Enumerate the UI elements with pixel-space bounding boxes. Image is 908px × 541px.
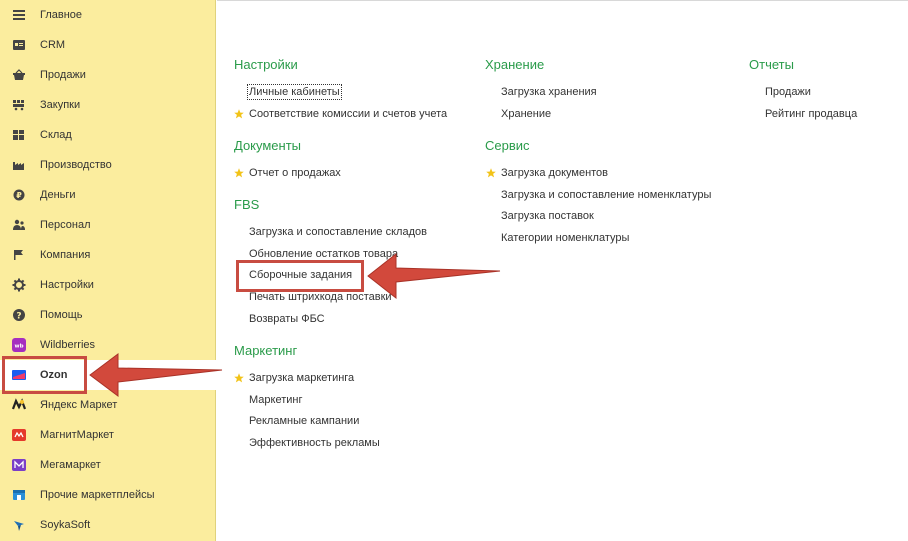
arrow-to-assembly-tasks: [367, 252, 501, 300]
arrow-to-ozon: [89, 353, 223, 397]
annotation-arrows: [89, 252, 501, 397]
